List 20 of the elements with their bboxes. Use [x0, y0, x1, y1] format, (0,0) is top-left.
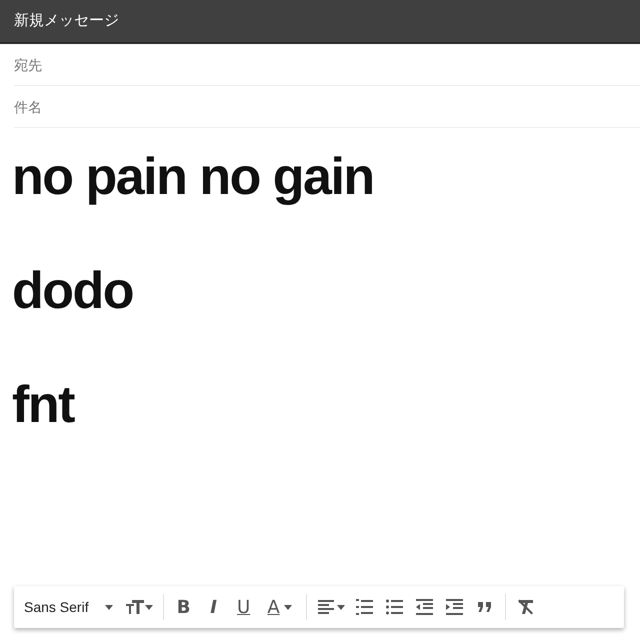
body-text: no pain no gain — [12, 147, 375, 208]
caret-icon — [104, 604, 113, 610]
italic-button[interactable]: I — [200, 592, 228, 622]
caret-icon — [284, 604, 292, 610]
underline-button[interactable]: U — [230, 592, 258, 622]
bold-button[interactable]: B — [170, 592, 198, 622]
body-text: dodo — [12, 261, 134, 322]
indent-icon — [444, 598, 465, 616]
clear-format-icon — [516, 598, 536, 616]
bulleted-list-icon — [384, 598, 405, 616]
window-title: 新規メッセージ — [14, 10, 119, 31]
caret-icon — [144, 604, 153, 610]
outdent-icon — [414, 598, 435, 616]
text-size-icon — [124, 598, 145, 616]
caret-icon — [336, 604, 345, 610]
numbered-list-icon — [354, 598, 375, 616]
align-left-icon — [316, 598, 337, 616]
text-color-button[interactable]: A — [260, 592, 300, 622]
body-text: fnt — [12, 375, 76, 436]
font-dropdown[interactable]: Sans Serif — [20, 592, 119, 622]
